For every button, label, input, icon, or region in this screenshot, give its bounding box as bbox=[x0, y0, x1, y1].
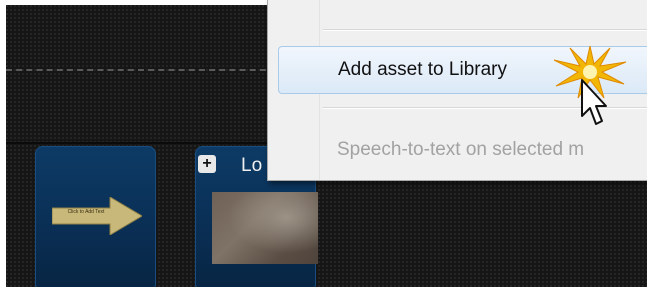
arrow-caption: Click to Add Text bbox=[67, 209, 105, 215]
plus-icon[interactable]: + bbox=[198, 155, 216, 173]
title-clip-tile[interactable]: Click to Add Text bbox=[35, 146, 156, 287]
clip-title: Lo bbox=[241, 155, 263, 176]
menu-separator bbox=[323, 29, 647, 31]
speech-to-text-item[interactable]: Speech-to-text on selected m bbox=[278, 127, 647, 173]
arrow-title-graphic bbox=[52, 197, 142, 235]
video-thumbnail bbox=[212, 192, 318, 264]
menu-item-label: Speech-to-text on selected m bbox=[337, 139, 585, 160]
drop-zone-guide bbox=[6, 69, 276, 71]
mouse-pointer-icon bbox=[581, 79, 607, 125]
menu-item-label: Add asset to Library bbox=[338, 59, 507, 80]
